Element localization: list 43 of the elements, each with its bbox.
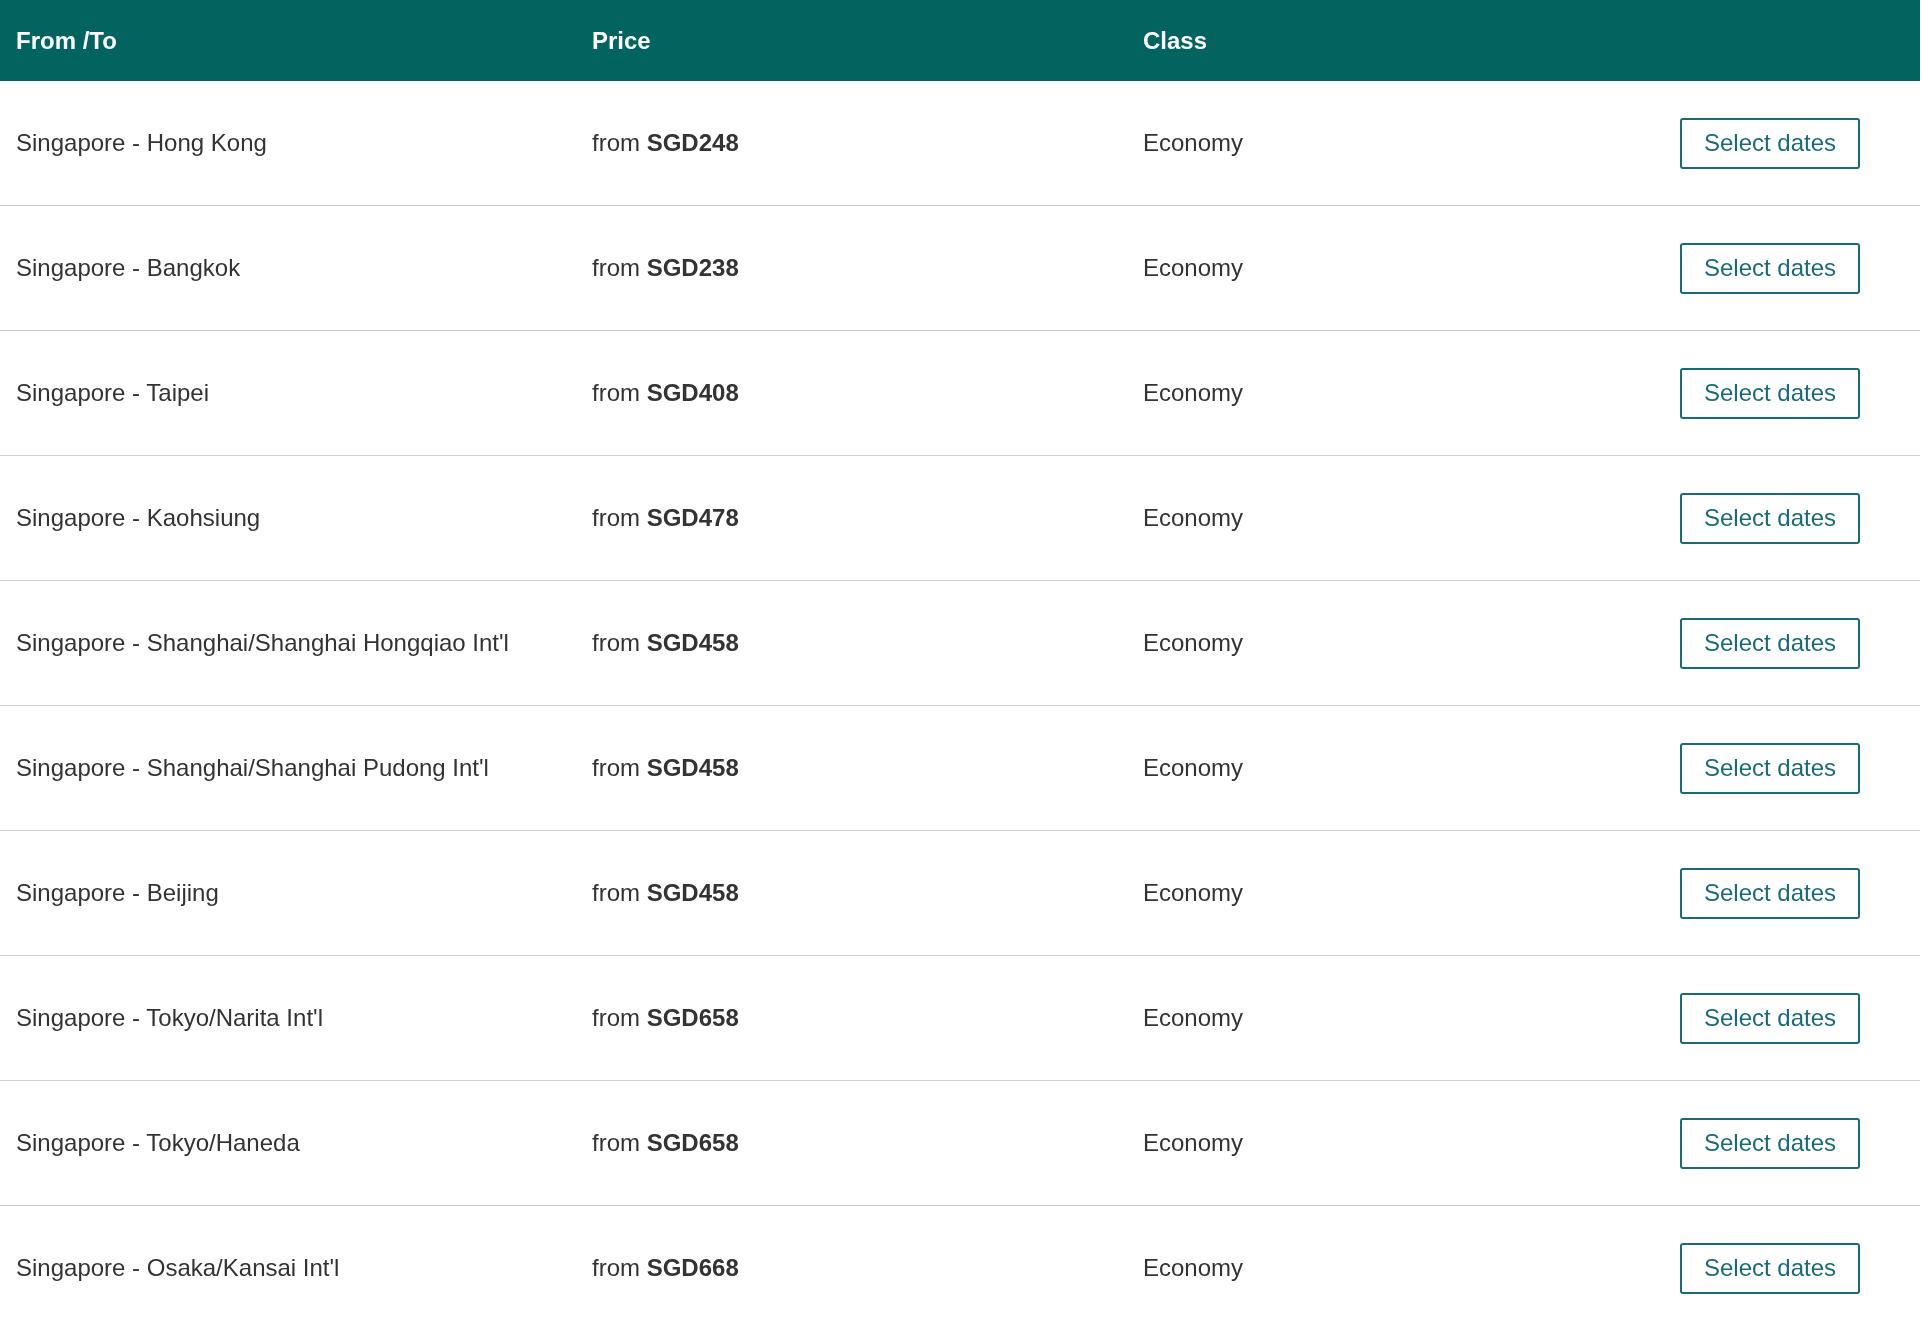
class-cell-text: Economy [1143, 1254, 1245, 1282]
price-cell-text: from SGD238 [592, 254, 740, 282]
price-cell-text: from SGD658 [592, 1004, 740, 1032]
select-dates-button[interactable]: Select dates [1680, 742, 1860, 794]
price-cell-text: from SGD248 [592, 129, 740, 157]
class-cell-text: Economy [1143, 629, 1245, 657]
class-cell-text: Economy [1143, 379, 1245, 407]
route-cell-text: Singapore - Tokyo/Narita Int'l [16, 1004, 324, 1032]
select-dates-button[interactable]: Select dates [1680, 117, 1860, 169]
select-dates-button[interactable]: Select dates [1680, 367, 1860, 419]
class-cell-text: Economy [1143, 254, 1245, 282]
price-cell-text: from SGD478 [592, 504, 740, 532]
select-dates-button[interactable]: Select dates [1680, 492, 1860, 544]
route-cell-text: Singapore - Bangkok [16, 254, 242, 282]
route-cell-text: Singapore - Shanghai/Shanghai Pudong Int'l [16, 754, 490, 782]
route-cell-text: Singapore - Tokyo/Haneda [16, 1129, 301, 1157]
class-cell-text: Economy [1143, 129, 1245, 157]
price-cell-text: from SGD458 [592, 629, 740, 657]
route-cell-text: Singapore - Taipei [16, 379, 211, 407]
route-cell-text: Singapore - Hong Kong [16, 129, 268, 157]
select-dates-button[interactable]: Select dates [1680, 242, 1860, 294]
route-cell-text: Singapore - Beijing [16, 879, 220, 907]
class-cell-text: Economy [1143, 504, 1245, 532]
price-cell-text: from SGD668 [592, 1254, 740, 1282]
price-cell-text: from SGD408 [592, 379, 740, 407]
route-cell-text: Singapore - Kaohsiung [16, 504, 262, 532]
price-cell-text: from SGD458 [592, 754, 740, 782]
class-cell-text: Economy [1143, 754, 1245, 782]
price-cell-text: from SGD458 [592, 879, 740, 907]
route-cell-text: Singapore - Osaka/Kansai Int'l [16, 1254, 341, 1282]
route-cell-text: Singapore - Shanghai/Shanghai Hongqiao Int'l [16, 629, 510, 657]
column-header: From /To [16, 26, 118, 55]
class-cell-text: Economy [1143, 1004, 1245, 1032]
column-header: Class [1143, 26, 1209, 55]
select-dates-button[interactable]: Select dates [1680, 1117, 1860, 1169]
price-cell-text: from SGD658 [592, 1129, 740, 1157]
class-cell-text: Economy [1143, 879, 1245, 907]
column-header: Price [592, 26, 652, 55]
select-dates-button[interactable]: Select dates [1680, 867, 1860, 919]
select-dates-button[interactable]: Select dates [1680, 992, 1860, 1044]
select-dates-button[interactable]: Select dates [1680, 1242, 1860, 1294]
class-cell-text: Economy [1143, 1129, 1245, 1157]
select-dates-button[interactable]: Select dates [1680, 617, 1860, 669]
